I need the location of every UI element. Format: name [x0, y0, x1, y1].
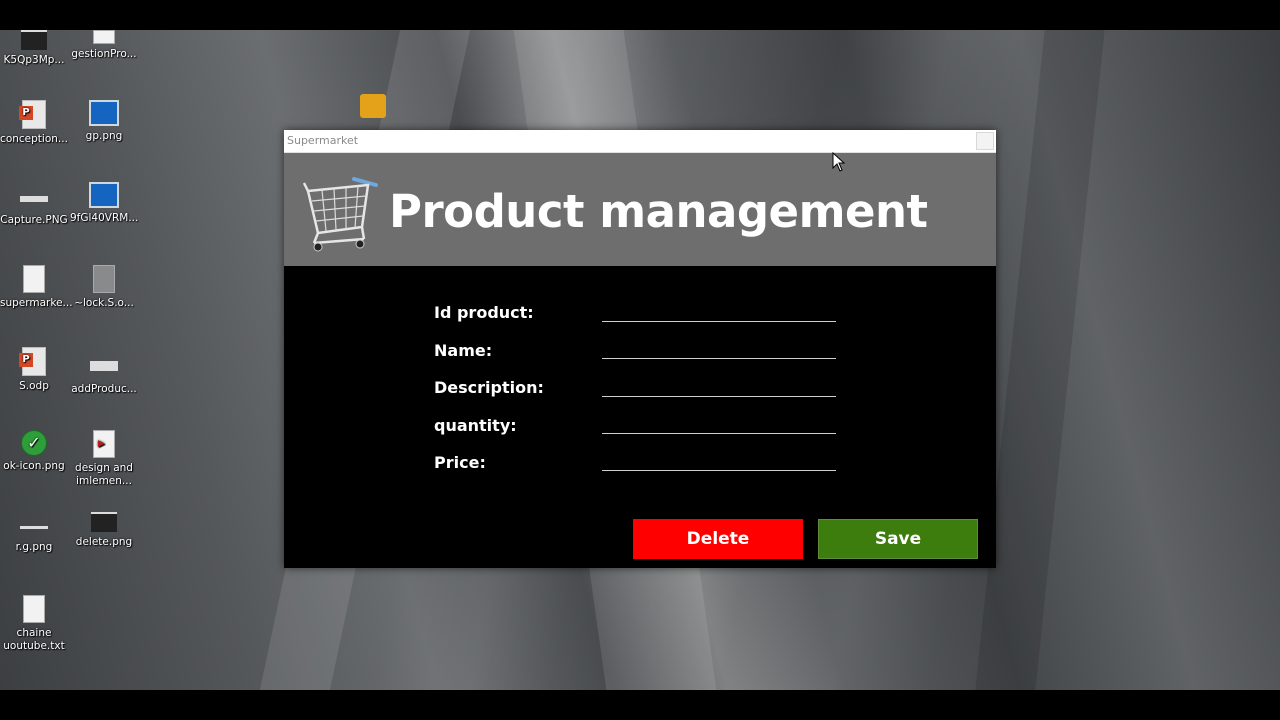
- image-file-icon: [91, 512, 117, 532]
- desktop-icon-label: ok-icon.png: [3, 460, 65, 472]
- shopping-cart-icon: [302, 177, 378, 252]
- desktop-icon[interactable]: chaine uoutube.txt: [0, 595, 68, 653]
- document-icon: [93, 30, 115, 44]
- desktop-icon[interactable]: supermarke...: [0, 265, 73, 310]
- desktop-icon-label: Capture.PNG: [0, 214, 68, 226]
- desktop-icon-label: K5Qp3Mp...: [3, 54, 65, 66]
- desktop-icon[interactable]: K5Qp3Mp...: [0, 30, 68, 67]
- desktop-icon-label: gp.png: [85, 130, 123, 142]
- desktop-icon-label: delete.png: [75, 536, 133, 548]
- app-window: Supermarket Product management Id produc…: [284, 130, 996, 568]
- id-product-label: Id product:: [434, 303, 534, 322]
- desktop-icon[interactable]: Capture.PNG: [0, 182, 68, 227]
- description-label: Description:: [434, 378, 544, 397]
- document-icon: [23, 265, 45, 293]
- price-label: Price:: [434, 453, 486, 472]
- desktop-icon[interactable]: design and imlemen...: [70, 430, 138, 488]
- desktop-icon[interactable]: conception...: [0, 100, 68, 146]
- desktop-icon-label: 9fGl40VRM...: [70, 212, 139, 224]
- mouse-cursor-icon: [832, 152, 846, 172]
- desktop-icon-label: S.odp: [19, 380, 49, 392]
- desktop-icon[interactable]: ✓ ok-icon.png: [0, 430, 68, 473]
- image-file-icon: [20, 526, 48, 529]
- window-titlebar[interactable]: Supermarket: [284, 130, 996, 153]
- image-file-icon: [20, 196, 48, 202]
- save-button[interactable]: Save: [818, 519, 978, 559]
- header-banner: Product management: [284, 153, 996, 266]
- description-field[interactable]: [602, 376, 836, 397]
- lock-file-icon: [93, 265, 115, 293]
- name-field[interactable]: [602, 338, 836, 359]
- desktop-icon[interactable]: ~lock.S.o...: [70, 265, 138, 310]
- desktop-icon-label: design and imlemen...: [75, 462, 133, 487]
- id-product-field[interactable]: [602, 301, 836, 322]
- desktop-icon[interactable]: r.g.png: [0, 512, 68, 554]
- app-shortcut-icon[interactable]: [360, 94, 386, 118]
- page-title: Product management: [389, 185, 928, 238]
- desktop-icon-label: gestionPro...: [71, 48, 137, 60]
- desktop-icon[interactable]: 9fGl40VRM...: [70, 182, 138, 225]
- desktop-icon[interactable]: gp.png: [70, 100, 138, 143]
- desktop-icon[interactable]: S.odp: [0, 347, 68, 393]
- delete-button[interactable]: Delete: [633, 519, 803, 559]
- image-file-icon: [21, 30, 47, 50]
- video-file-icon: [93, 430, 115, 458]
- price-field[interactable]: [602, 450, 836, 471]
- window-title: Supermarket: [287, 134, 359, 147]
- desktop-icon-label: conception...: [0, 133, 68, 145]
- desktop-icon-label: supermarke...: [0, 297, 73, 309]
- ok-check-icon: ✓: [21, 430, 47, 456]
- quantity-field[interactable]: [602, 413, 836, 434]
- desktop-icon-label: chaine uoutube.txt: [3, 627, 65, 652]
- image-file-icon: [90, 361, 118, 371]
- desktop-icon-label: ~lock.S.o...: [74, 297, 134, 309]
- desktop-icon[interactable]: delete.png: [70, 512, 138, 549]
- powerpoint-icon: [19, 100, 46, 129]
- desktop-icon-label: r.g.png: [15, 541, 53, 553]
- desktop-icon[interactable]: addProduc...: [70, 347, 138, 396]
- png-image-icon: [89, 100, 119, 126]
- powerpoint-icon: [19, 347, 46, 376]
- png-image-icon: [89, 182, 119, 208]
- desktop-icon-label: addProduc...: [71, 383, 137, 395]
- name-label: Name:: [434, 341, 493, 360]
- text-file-icon: [23, 595, 45, 623]
- desktop-icon[interactable]: gestionPro...: [70, 30, 138, 61]
- quantity-label: quantity:: [434, 416, 517, 435]
- close-button[interactable]: [976, 132, 994, 150]
